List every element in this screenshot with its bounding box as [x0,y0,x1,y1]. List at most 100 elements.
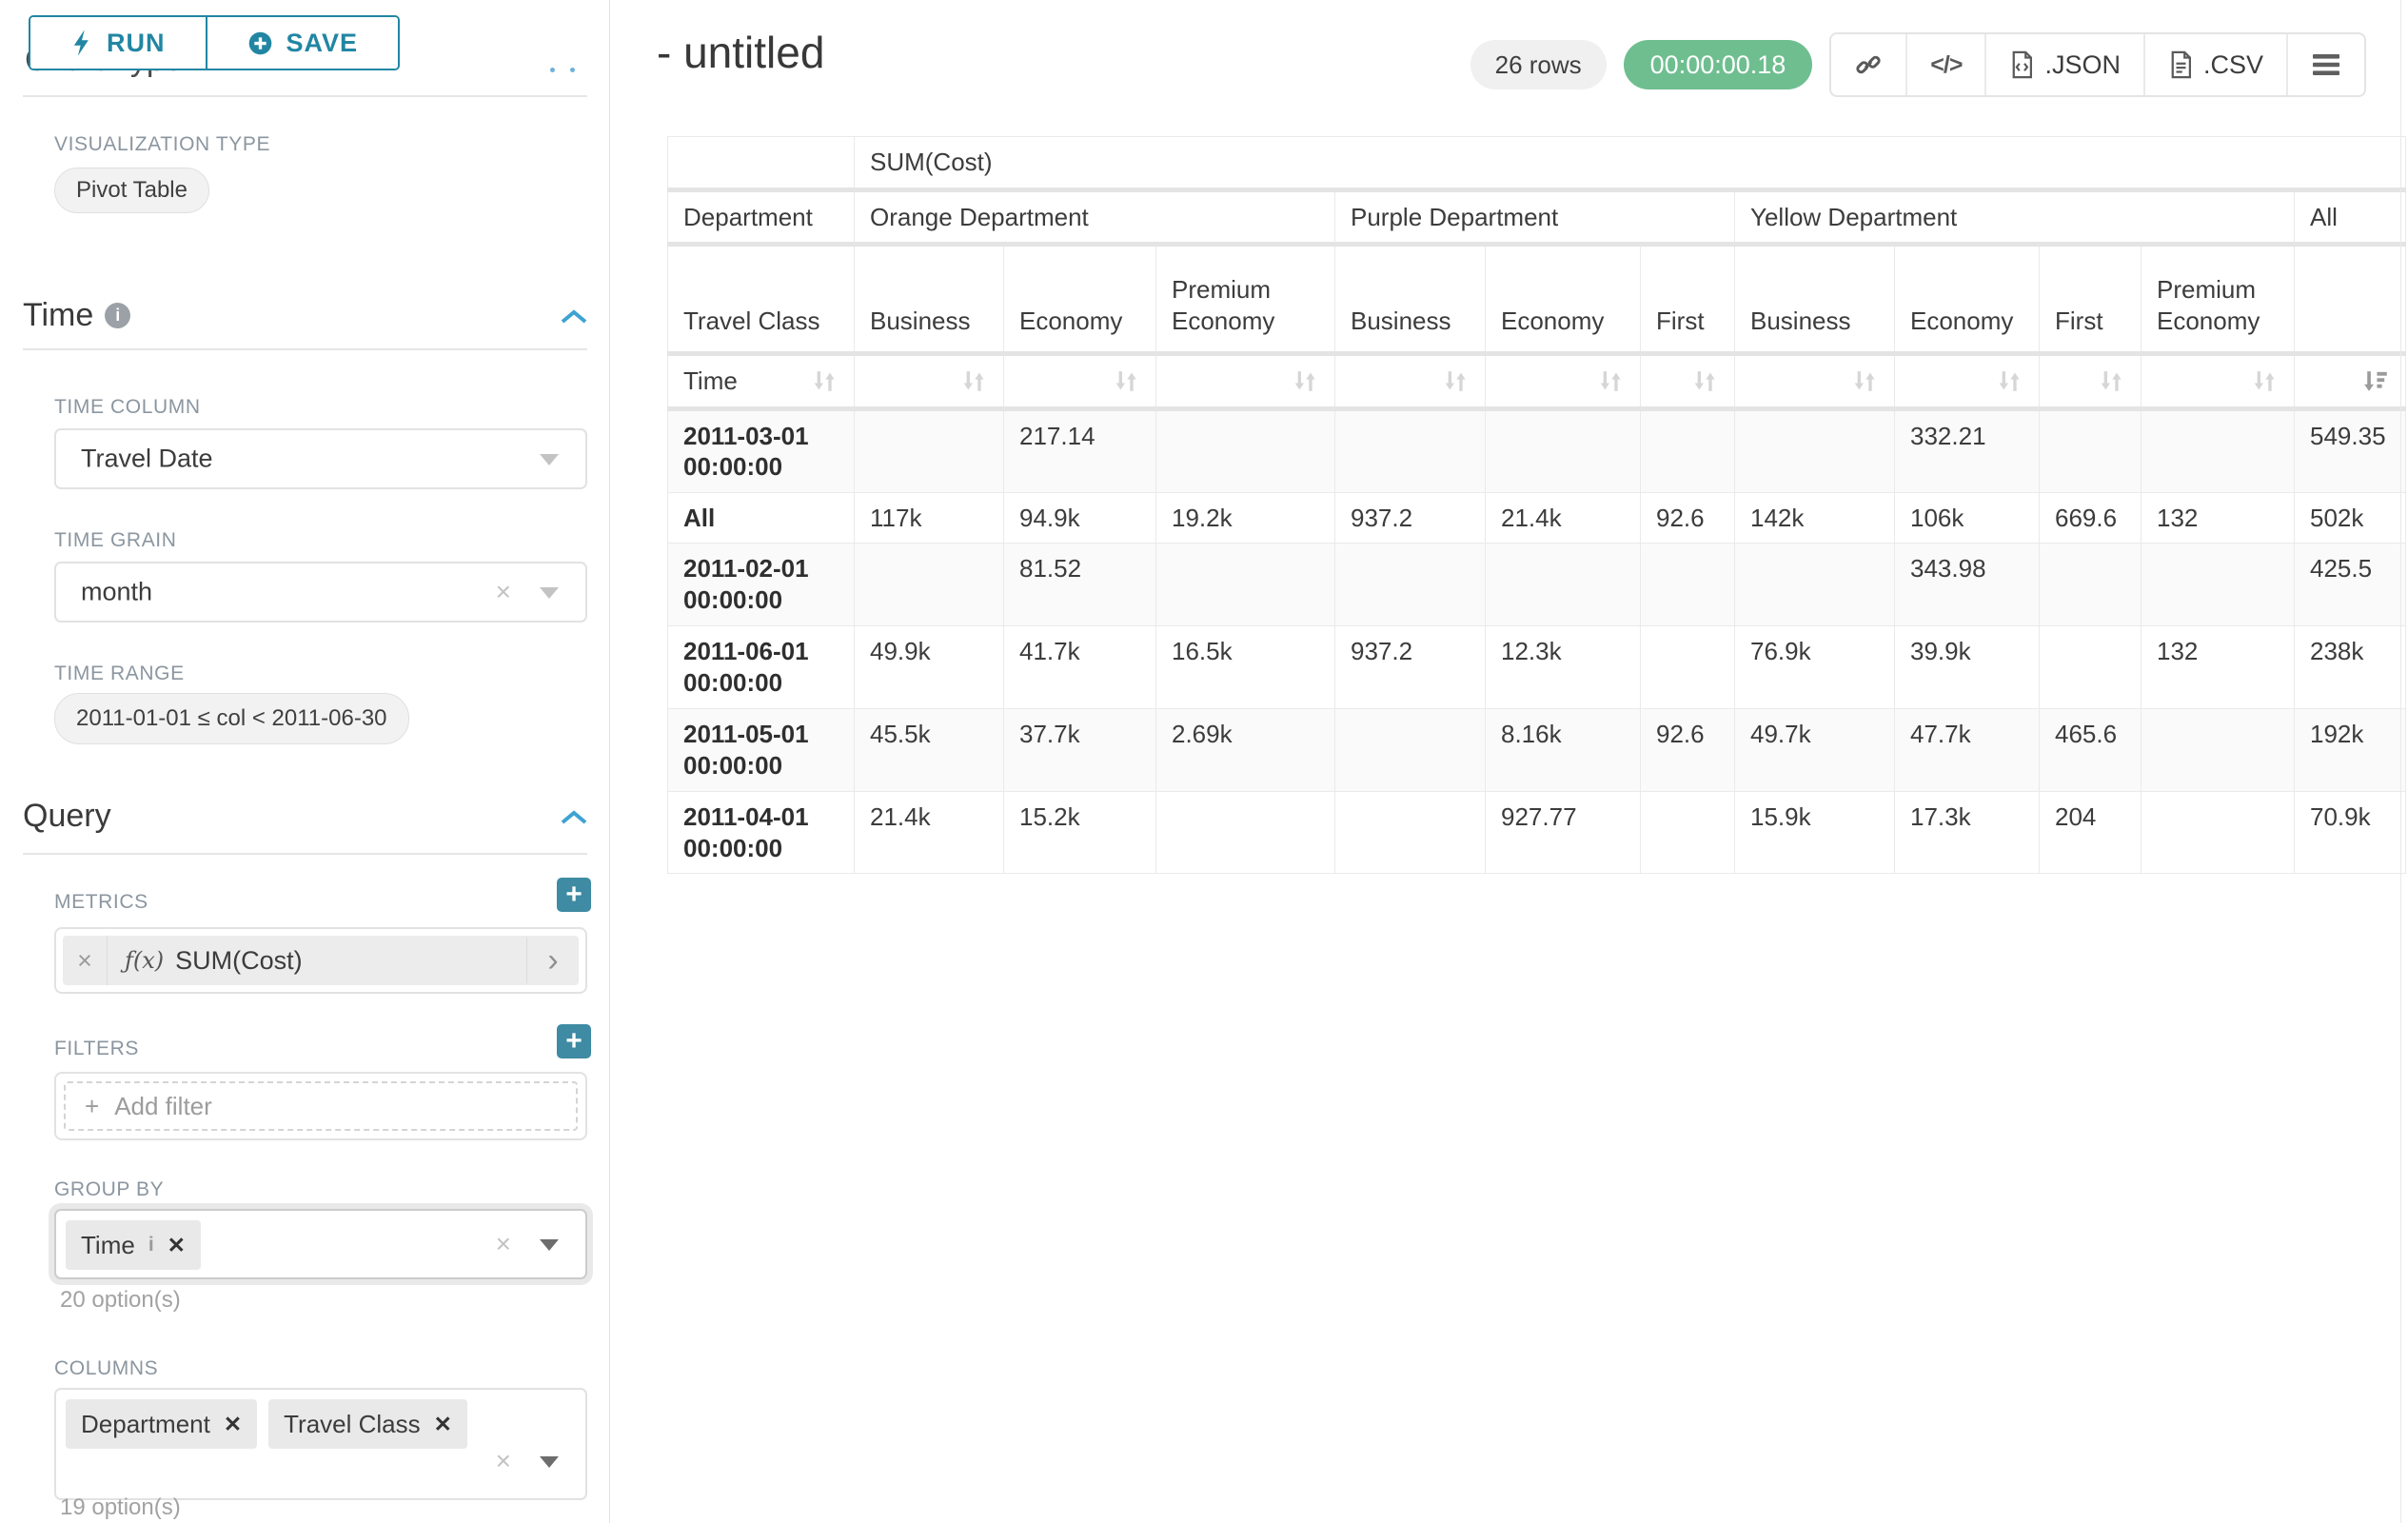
table-cell: 37.7k [1004,709,1156,792]
remove-metric-icon[interactable]: × [63,936,108,985]
table-cell [1735,408,1895,492]
page-edge-line [2400,0,2401,1523]
sort-descending-icon[interactable] [2360,366,2390,396]
pivot-table: SUM(Cost)DepartmentOrange DepartmentPurp… [667,136,2406,874]
clear-icon[interactable]: × [496,1229,511,1259]
table-cell: 117k [855,492,1004,544]
corner-cell [668,137,855,190]
caret-down-icon[interactable] [540,1456,559,1468]
run-button-label: RUN [107,29,166,58]
code-icon: </> [1930,51,1962,79]
visualization-type-value[interactable]: Pivot Table [54,168,209,213]
table-cell [2142,408,2295,492]
sort-icon[interactable] [1440,366,1470,396]
table-cell [1486,408,1641,492]
table-cell [2142,709,2295,792]
metric-pill[interactable]: × ƒ(x) SUM(Cost) › [63,936,579,985]
link-icon [1854,50,1883,79]
table-cell [2040,544,2142,626]
sort-header-cell [2295,354,2406,409]
expand-metric-icon[interactable]: › [526,938,579,983]
menu-icon [2311,52,2341,77]
clear-icon[interactable]: × [496,1446,511,1476]
table-cell: 238k [2295,626,2406,709]
time-row-header: Time [668,354,855,409]
table-cell: 81.52 [1004,544,1156,626]
sub-column-header [2295,245,2406,354]
row-count-badge: 26 rows [1470,40,1607,89]
table-cell: 15.2k [1004,792,1156,874]
view-query-button[interactable]: </> [1905,34,1984,95]
sort-header-cell [2040,354,2142,409]
sort-header-cell [1641,354,1735,409]
sort-icon[interactable] [2249,366,2279,396]
table-cell: 132 [2142,626,2295,709]
remove-tag-icon[interactable]: ✕ [434,1412,452,1437]
selected-option-tag[interactable]: Timei ✕ [66,1220,201,1270]
time-column-label: TIME COLUMN [54,396,201,419]
sort-icon[interactable] [2096,366,2125,396]
divider [23,95,587,97]
sort-header-cell [1004,354,1156,409]
travel-class-axis-label: Travel Class [668,245,855,354]
selected-option-tag[interactable]: Department✕ [66,1399,257,1449]
sort-icon[interactable] [1994,366,2023,396]
collapse-chevron-icon[interactable] [560,809,588,826]
add-filter-plus-button[interactable]: + [557,1024,591,1058]
time-range-value[interactable]: 2011-01-01 ≤ col < 2011-06-30 [54,693,409,744]
row-header-cell: 2011-03-01 00:00:00 [668,408,855,492]
time-grain-select[interactable]: month × [54,562,587,623]
metric-name: SUM(Cost) [175,946,303,976]
table-cell: 332.21 [1895,408,2040,492]
column-group-header: Purple Department [1335,189,1735,245]
collapse-chevron-icon[interactable] [560,308,588,326]
sort-icon[interactable] [1689,366,1719,396]
remove-tag-icon[interactable]: ✕ [224,1412,242,1437]
caret-down-icon[interactable] [540,587,559,599]
caret-down-icon[interactable] [540,454,559,465]
add-metric-button[interactable]: + [557,878,591,912]
columns-select[interactable]: Department✕ Travel Class ✕ × [54,1388,587,1500]
export-csv-button[interactable]: .CSV [2143,34,2286,95]
run-button[interactable]: RUN [30,17,206,69]
sort-icon[interactable] [1595,366,1625,396]
clear-icon[interactable]: × [496,577,511,607]
sort-icon[interactable] [1849,366,1879,396]
group-by-select[interactable]: Timei ✕ × [54,1209,587,1279]
chart-title[interactable]: - untitled [657,27,824,78]
menu-button[interactable] [2286,34,2364,95]
department-axis-label: Department [668,189,855,245]
row-header-cell: 2011-06-01 00:00:00 [668,626,855,709]
remove-tag-icon[interactable]: ✕ [168,1233,186,1258]
time-grain-label: TIME GRAIN [54,529,177,552]
time-column-select[interactable]: Travel Date [54,428,587,489]
sort-icon[interactable] [1111,366,1140,396]
table-cell [1335,792,1486,874]
sort-header-cell [1156,354,1335,409]
save-button[interactable]: SAVE [206,17,399,69]
add-filter-button[interactable]: + Add filter [64,1081,578,1131]
table-cell: 17.3k [1895,792,2040,874]
query-section-header: Query [23,798,111,835]
metrics-control: × ƒ(x) SUM(Cost) › [54,927,587,994]
caret-down-icon[interactable] [540,1239,559,1251]
tag-label: Travel Class [284,1410,421,1439]
columns-label: COLUMNS [54,1357,158,1380]
sub-column-header: Business [855,245,1004,354]
export-json-button[interactable]: .JSON [1984,34,2143,95]
row-header-cell: All [668,492,855,544]
column-group-header: Orange Department [855,189,1335,245]
sort-icon[interactable] [1290,366,1319,396]
row-header-cell: 2011-04-01 00:00:00 [668,792,855,874]
table-cell: 76.9k [1735,626,1895,709]
group-by-options-hint: 20 option(s) [60,1287,181,1314]
share-link-button[interactable] [1831,34,1905,95]
table-cell [1641,544,1735,626]
sort-icon[interactable] [958,366,988,396]
info-icon[interactable]: i [148,1234,154,1256]
sort-icon[interactable] [809,366,839,396]
selected-option-tag[interactable]: Travel Class ✕ [268,1399,467,1449]
info-icon[interactable]: i [105,303,130,328]
tag-label: Time [81,1231,135,1260]
json-file-icon [2009,50,2035,79]
